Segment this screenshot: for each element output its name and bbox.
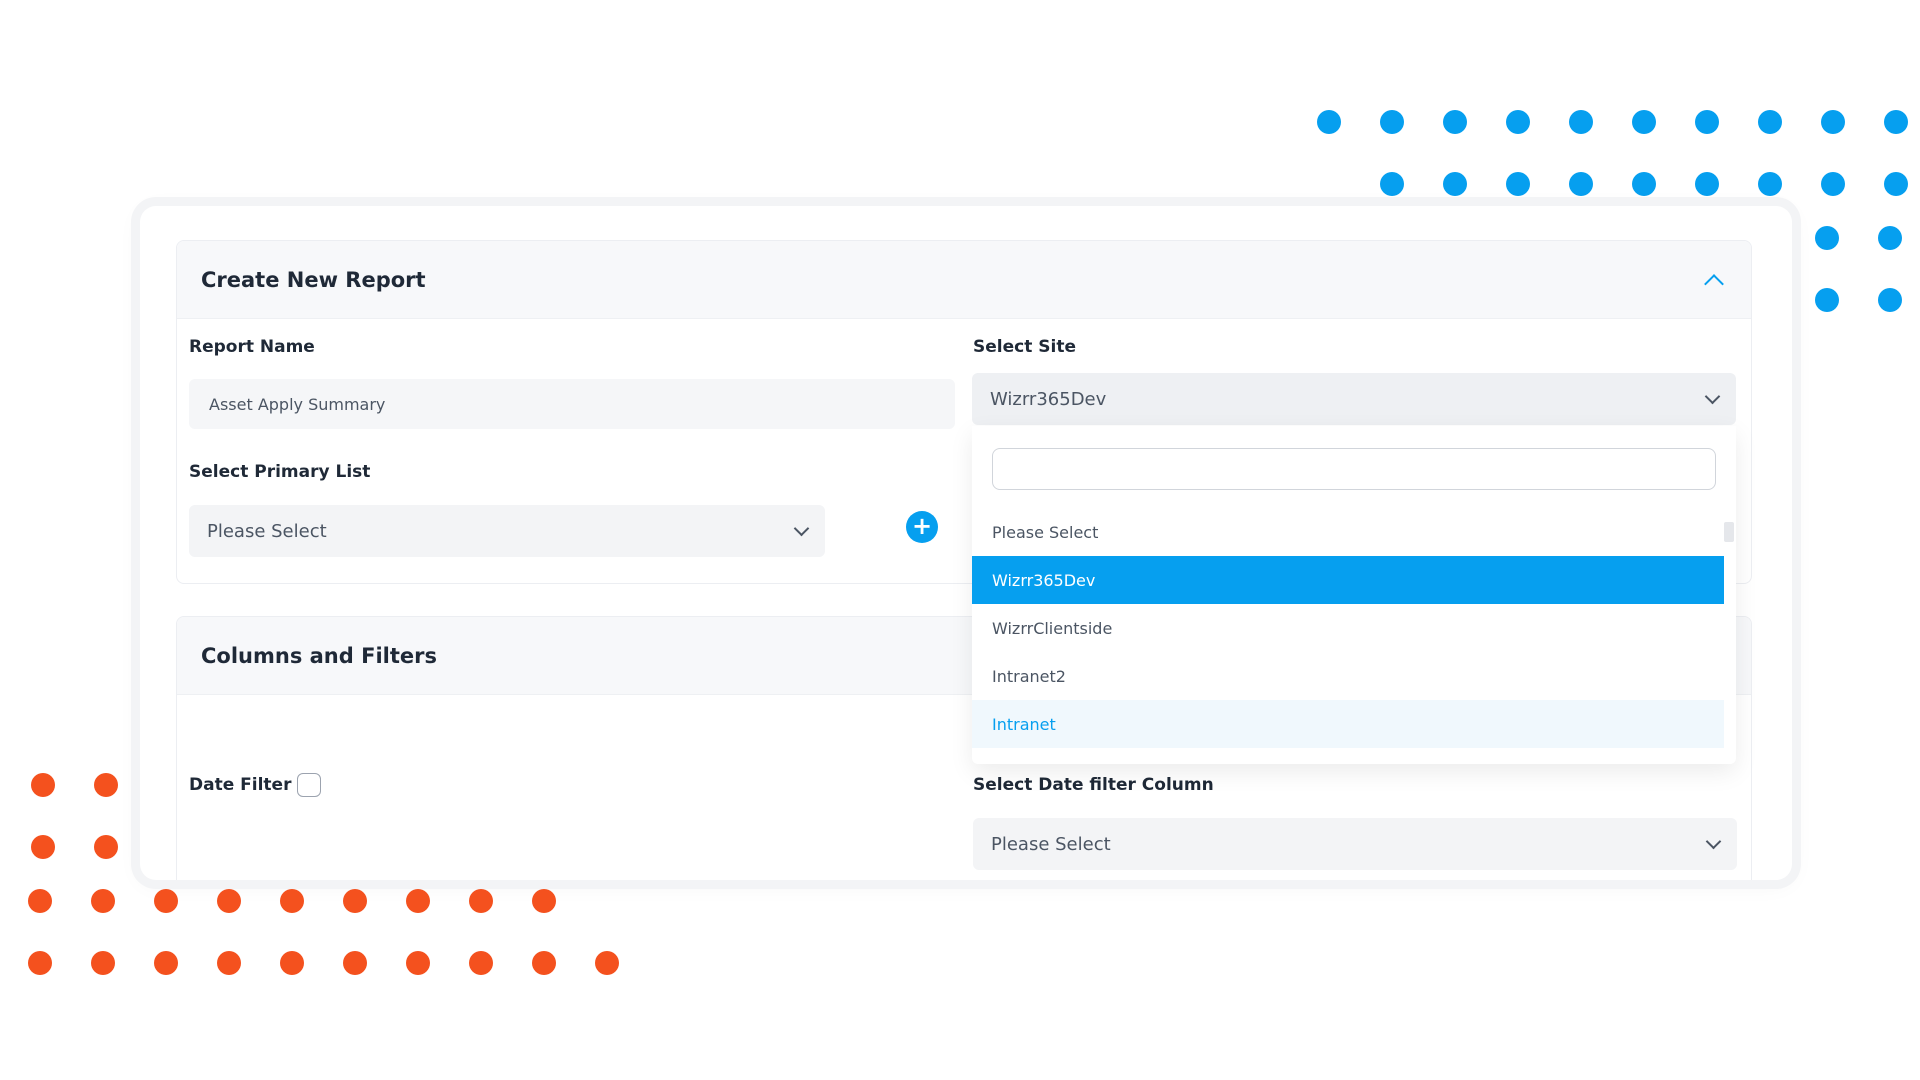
decor-dot — [91, 951, 115, 975]
decor-dot — [343, 951, 367, 975]
decor-dot — [1695, 110, 1719, 134]
decor-dot — [1380, 172, 1404, 196]
section-title: Columns and Filters — [201, 643, 437, 668]
chevron-down-icon — [1704, 388, 1721, 405]
decor-dot — [1815, 288, 1839, 312]
site-option-selected[interactable]: Wizrr365Dev — [972, 556, 1724, 604]
date-filter-label: Date Filter — [189, 775, 292, 795]
site-option[interactable]: Please Select — [972, 508, 1724, 556]
decor-dot — [1821, 172, 1845, 196]
select-site-label: Select Site — [973, 337, 1076, 357]
chevron-up-icon[interactable] — [1704, 273, 1724, 294]
plus-circle-icon: + — [911, 512, 933, 540]
report-name-input[interactable]: Asset Apply Summary — [189, 379, 955, 429]
add-list-button[interactable]: + — [906, 511, 938, 543]
decor-dot — [28, 951, 52, 975]
date-filter-column-select[interactable]: Please Select — [973, 818, 1737, 870]
decor-dot — [406, 951, 430, 975]
decor-dot — [217, 889, 241, 913]
decor-dot — [1758, 172, 1782, 196]
date-filter-column-value: Please Select — [991, 833, 1111, 855]
decor-dot — [94, 773, 118, 797]
report-name-value: Asset Apply Summary — [209, 394, 386, 414]
chevron-down-icon — [1705, 833, 1722, 850]
decor-dot — [1506, 110, 1530, 134]
decor-dot — [1632, 172, 1656, 196]
decor-dot — [217, 951, 241, 975]
decor-dot — [1878, 288, 1902, 312]
decor-dot — [1884, 110, 1908, 134]
select-site-select[interactable]: Wizrr365Dev — [972, 373, 1736, 425]
site-option-hovered[interactable]: Intranet — [972, 700, 1724, 748]
decor-dot — [154, 889, 178, 913]
decor-dot — [595, 951, 619, 975]
primary-list-select[interactable]: Please Select — [189, 505, 825, 557]
create-report-header[interactable]: Create New Report — [177, 241, 1751, 319]
decor-dot — [1695, 172, 1719, 196]
decor-dot — [31, 773, 55, 797]
date-filter-checkbox[interactable] — [297, 773, 322, 797]
decor-dot — [28, 889, 52, 913]
primary-list-label: Select Primary List — [189, 462, 371, 482]
chevron-down-icon — [793, 520, 810, 537]
decor-dot — [469, 889, 493, 913]
decor-dot — [1506, 172, 1530, 196]
decor-dot — [469, 951, 493, 975]
decor-dot — [1632, 110, 1656, 134]
site-search-input[interactable] — [992, 448, 1716, 490]
decor-dot — [1317, 110, 1341, 134]
decor-dot — [343, 889, 367, 913]
site-option[interactable]: Intranet2 — [972, 652, 1724, 700]
section-title: Create New Report — [201, 267, 426, 292]
decor-dot — [1380, 110, 1404, 134]
decor-dot — [31, 835, 55, 859]
decor-dot — [1878, 226, 1902, 250]
decor-dot — [1758, 110, 1782, 134]
primary-list-value: Please Select — [207, 520, 327, 542]
decor-dot — [1443, 172, 1467, 196]
decor-dot — [94, 835, 118, 859]
decor-dot — [91, 889, 115, 913]
decor-dot — [532, 889, 556, 913]
site-option[interactable]: WizrrClientside — [972, 604, 1724, 652]
site-dropdown-panel: Please Select Wizrr365Dev WizrrClientsid… — [972, 426, 1736, 764]
decor-dot — [154, 951, 178, 975]
decor-dot — [406, 889, 430, 913]
report-name-label: Report Name — [189, 337, 315, 357]
date-filter-column-label: Select Date filter Column — [973, 775, 1214, 795]
decor-dot — [532, 951, 556, 975]
decor-dot — [1443, 110, 1467, 134]
decor-dot — [280, 889, 304, 913]
select-site-value: Wizrr365Dev — [990, 388, 1107, 410]
decor-dot — [280, 951, 304, 975]
decor-dot — [1821, 110, 1845, 134]
decor-dot — [1884, 172, 1908, 196]
date-filter-field: Date Filter — [189, 773, 322, 797]
decor-dot — [1815, 226, 1839, 250]
decor-dot — [1569, 110, 1593, 134]
dropdown-scrollbar[interactable] — [1724, 522, 1734, 542]
decor-dot — [1569, 172, 1593, 196]
